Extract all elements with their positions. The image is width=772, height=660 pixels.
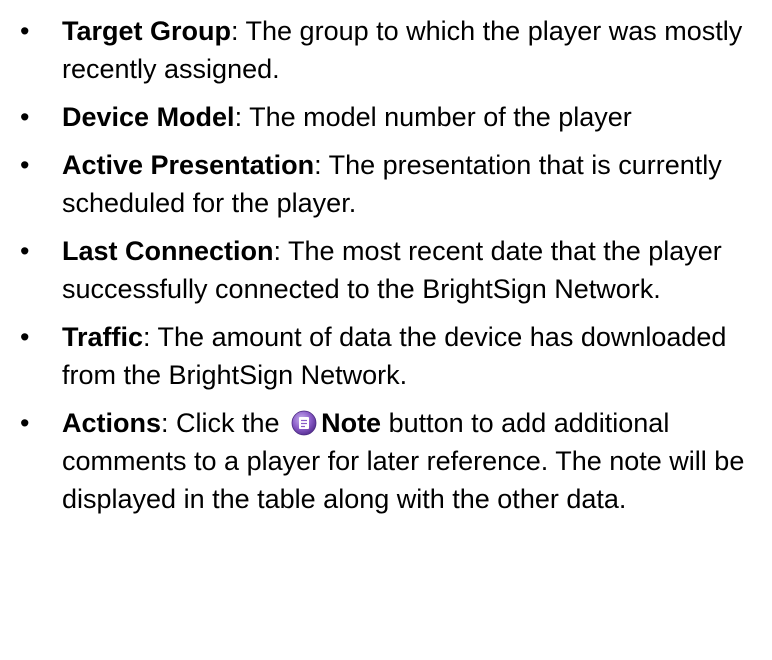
term-label: Traffic [62, 322, 144, 352]
term-description: : The amount of data the device has down… [62, 322, 727, 390]
list-item-active-presentation: • Active Presentation: The presentation … [0, 146, 772, 222]
note-button-label: Note [321, 408, 382, 438]
term-description: : Click the [161, 408, 280, 438]
term-label: Target Group [62, 16, 232, 46]
list-item-actions: • Actions: Click the Note button to add … [0, 404, 772, 518]
bullet: • [20, 322, 30, 352]
term-label: Last Connection [62, 236, 274, 266]
list-item-last-connection: • Last Connection: The most recent date … [0, 232, 772, 308]
bullet: • [20, 16, 30, 46]
term-label: Device Model [62, 102, 235, 132]
list-item-target-group: • Target Group: The group to which the p… [0, 12, 772, 88]
term-description: : The model number of the player [234, 102, 632, 132]
list-item-traffic: • Traffic: The amount of data the device… [0, 318, 772, 394]
term-label: Actions [62, 408, 162, 438]
bullet: • [20, 408, 30, 438]
bullet: • [20, 150, 30, 180]
bullet-list: • Target Group: The group to which the p… [0, 12, 772, 518]
bullet: • [20, 102, 30, 132]
list-item-device-model: • Device Model: The model number of the … [0, 98, 772, 136]
term-label: Active Presentation [62, 150, 315, 180]
document-page: • Target Group: The group to which the p… [0, 0, 772, 660]
note-icon [291, 410, 317, 436]
bullet: • [20, 236, 30, 266]
